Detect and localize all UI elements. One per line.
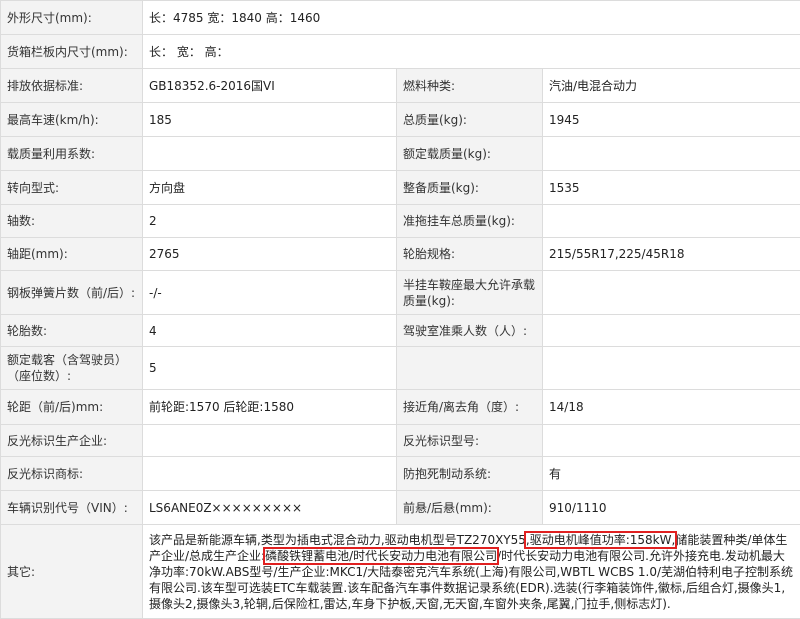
- spec-value: [143, 457, 397, 491]
- spec-row: 载质量利用系数: 额定载质量(kg):: [1, 137, 800, 171]
- spec-value: [543, 205, 800, 238]
- spec-value: 215/55R17,225/45R18: [543, 238, 800, 271]
- spec-label: 货箱栏板内尺寸(mm):: [1, 35, 143, 69]
- spec-value: 前轮距:1570 后轮距:1580: [143, 390, 397, 425]
- spec-value: 14/18: [543, 390, 800, 425]
- spec-label: 排放依据标准:: [1, 69, 143, 103]
- spec-row: 外形尺寸(mm):长：4785 宽：1840 高：1460: [1, 1, 800, 35]
- spec-row: 最高车速(km/h):185总质量(kg):1945: [1, 103, 800, 137]
- spec-label: 驾驶室准乘人数（人）:: [397, 315, 543, 347]
- spec-label: 轮距（前/后)mm:: [1, 390, 143, 425]
- spec-value: 2765: [143, 238, 397, 271]
- spec-label: 钢板弹簧片数（前/后）:: [1, 271, 143, 315]
- spec-row: 额定载客（含驾驶员）（座位数）:5: [1, 347, 800, 390]
- spec-value: 1945: [543, 103, 800, 137]
- spec-row: 货箱栏板内尺寸(mm):长： 宽： 高：: [1, 35, 800, 69]
- spec-value: [143, 425, 397, 457]
- highlight-battery-type: 磷酸铁锂蓄电池/时代长安动力电池有限公司: [265, 549, 497, 563]
- spec-label: 防抱死制动系统:: [397, 457, 543, 491]
- spec-row: 轴距(mm):2765轮胎规格:215/55R17,225/45R18: [1, 238, 800, 271]
- spec-row: 转向型式:方向盘整备质量(kg):1535: [1, 171, 800, 205]
- spec-label: 轴距(mm):: [1, 238, 143, 271]
- spec-value: 910/1110: [543, 491, 800, 525]
- spec-value: [543, 425, 800, 457]
- spec-value: [143, 137, 397, 171]
- spec-row: 反光标识商标: 防抱死制动系统:有: [1, 457, 800, 491]
- other-label: 其它:: [1, 525, 143, 619]
- spec-value: GB18352.6-2016国VI: [143, 69, 397, 103]
- spec-value: [543, 271, 800, 315]
- vehicle-spec-table: 外形尺寸(mm):长：4785 宽：1840 高：1460货箱栏板内尺寸(mm)…: [0, 0, 800, 619]
- spec-row: 轮距（前/后)mm:前轮距:1570 后轮距:1580接近角/离去角（度）:14…: [1, 390, 800, 425]
- spec-value: 5: [143, 347, 397, 390]
- spec-value: 长： 宽： 高：: [143, 35, 800, 69]
- spec-label: [397, 347, 543, 390]
- spec-value: 1535: [543, 171, 800, 205]
- spec-value: 2: [143, 205, 397, 238]
- spec-label: 反光标识型号:: [397, 425, 543, 457]
- spec-label: 整备质量(kg):: [397, 171, 543, 205]
- spec-row: 反光标识生产企业: 反光标识型号:: [1, 425, 800, 457]
- other-row: 其它:该产品是新能源车辆,类型为插电式混合动力,驱动电机型号TZ270XY55,…: [1, 525, 800, 619]
- other-note: 该产品是新能源车辆,类型为插电式混合动力,驱动电机型号TZ270XY55,驱动电…: [143, 525, 800, 619]
- spec-value: 185: [143, 103, 397, 137]
- spec-row: 车辆识别代号（VIN）:LS6ANE0Z×××××××××前悬/后悬(mm):9…: [1, 491, 800, 525]
- spec-value: LS6ANE0Z×××××××××: [143, 491, 397, 525]
- spec-label: 载质量利用系数:: [1, 137, 143, 171]
- spec-value: [543, 347, 800, 390]
- spec-label: 半挂车鞍座最大允许承载质量(kg):: [397, 271, 543, 315]
- spec-label: 轮胎规格:: [397, 238, 543, 271]
- spec-label: 总质量(kg):: [397, 103, 543, 137]
- spec-label: 外形尺寸(mm):: [1, 1, 143, 35]
- spec-value: 长：4785 宽：1840 高：1460: [143, 1, 800, 35]
- spec-value: 方向盘: [143, 171, 397, 205]
- spec-value: 4: [143, 315, 397, 347]
- spec-label: 反光标识生产企业:: [1, 425, 143, 457]
- spec-label: 接近角/离去角（度）:: [397, 390, 543, 425]
- spec-row: 排放依据标准:GB18352.6-2016国VI燃料种类:汽油/电混合动力: [1, 69, 800, 103]
- spec-value: -/-: [143, 271, 397, 315]
- spec-label: 前悬/后悬(mm):: [397, 491, 543, 525]
- spec-value: [543, 315, 800, 347]
- spec-value: 汽油/电混合动力: [543, 69, 800, 103]
- spec-row: 轮胎数:4驾驶室准乘人数（人）:: [1, 315, 800, 347]
- spec-row: 轴数:2准拖挂车总质量(kg):: [1, 205, 800, 238]
- spec-label: 转向型式:: [1, 171, 143, 205]
- highlight-motor-power: ,驱动电机峰值功率:158kW,: [526, 533, 675, 547]
- spec-label: 车辆识别代号（VIN）:: [1, 491, 143, 525]
- spec-label: 轮胎数:: [1, 315, 143, 347]
- spec-label: 燃料种类:: [397, 69, 543, 103]
- spec-label: 额定载客（含驾驶员）（座位数）:: [1, 347, 143, 390]
- spec-value: 有: [543, 457, 800, 491]
- spec-row: 钢板弹簧片数（前/后）:-/-半挂车鞍座最大允许承载质量(kg):: [1, 271, 800, 315]
- spec-value: [543, 137, 800, 171]
- spec-label: 反光标识商标:: [1, 457, 143, 491]
- spec-label: 轴数:: [1, 205, 143, 238]
- spec-label: 准拖挂车总质量(kg):: [397, 205, 543, 238]
- spec-label: 额定载质量(kg):: [397, 137, 543, 171]
- note-text: 该产品是新能源车辆,类型为插电式混合动力,驱动电机型号TZ270XY55: [149, 533, 526, 547]
- spec-label: 最高车速(km/h):: [1, 103, 143, 137]
